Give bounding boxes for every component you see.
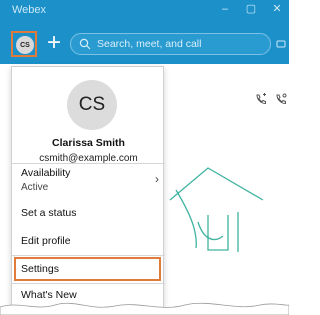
call-settings-icon[interactable] [275, 92, 287, 105]
divider [12, 283, 165, 284]
torn-edge [0, 302, 289, 315]
close-button[interactable]: ✕ [269, 2, 285, 16]
call-icon[interactable] [255, 92, 267, 105]
avatar: CS [16, 36, 34, 54]
profile-avatar: CS [67, 80, 117, 130]
divider [12, 255, 165, 256]
search-icon [79, 38, 91, 50]
search-input[interactable]: Search, meet, and call [70, 33, 271, 55]
window-controls: – ▢ ✕ [217, 2, 285, 16]
search-placeholder: Search, meet, and call [97, 38, 202, 50]
profile-avatar-button[interactable]: CS [11, 31, 37, 57]
menu-item-availability[interactable]: Availability Active › [12, 167, 165, 203]
minimize-button[interactable]: – [217, 2, 233, 16]
maximize-button[interactable]: ▢ [243, 2, 259, 16]
availability-status: Active [21, 182, 49, 193]
profile-name: Clarissa Smith [52, 137, 125, 149]
divider [12, 163, 165, 164]
house-illustration [169, 167, 264, 252]
plus-icon[interactable]: + [43, 30, 65, 56]
title-bar: Webex – ▢ ✕ CS + Search, meet, and call [0, 0, 289, 64]
availability-label: Availability [21, 167, 71, 179]
chevron-right-icon: › [155, 172, 159, 186]
profile-menu: CS Clarissa Smith csmith@example.com Ava… [11, 66, 165, 311]
call-icons [255, 92, 287, 105]
menu-item-set-status[interactable]: Set a status [12, 207, 165, 219]
app-title: Webex [12, 4, 47, 16]
menu-item-edit-profile[interactable]: Edit profile [12, 235, 165, 247]
menu-item-settings[interactable]: Settings [12, 263, 165, 275]
connect-icon[interactable] [276, 38, 286, 50]
